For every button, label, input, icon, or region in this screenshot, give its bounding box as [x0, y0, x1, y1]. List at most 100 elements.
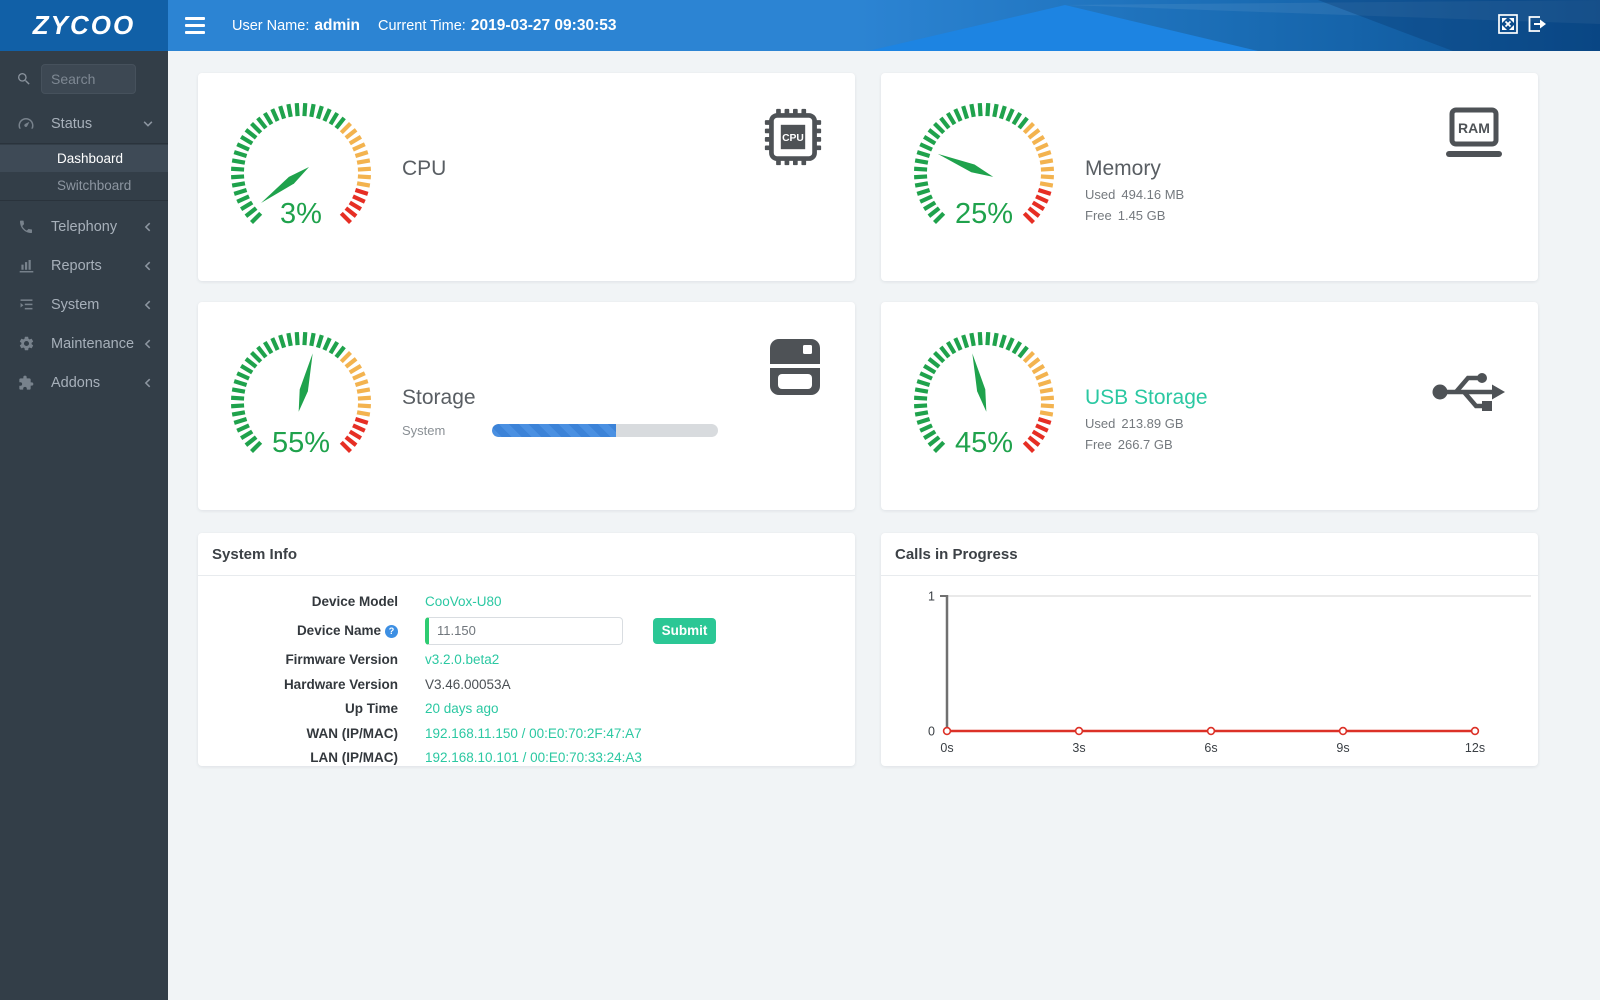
search-input[interactable] — [41, 64, 136, 94]
storage-card-title: Storage — [402, 386, 476, 409]
logout-icon[interactable] — [1527, 14, 1547, 34]
bar-chart-icon — [16, 257, 36, 274]
chevron-down-icon — [143, 120, 153, 127]
usb-free: Free 266.7 GB — [1085, 437, 1173, 452]
storage-partition-row: System — [402, 423, 718, 438]
svg-text:3%: 3% — [280, 198, 322, 230]
ram-icon: RAM — [1442, 107, 1506, 166]
user-name-value: admin — [314, 16, 361, 34]
usb-icon — [1430, 362, 1506, 423]
memory-card-title: Memory — [1085, 157, 1161, 180]
chevron-left-icon — [144, 261, 151, 270]
device-name-row: Device Name? Submit — [198, 614, 855, 648]
sidebar-item-label: Maintenance — [51, 335, 135, 352]
sidebar-search — [0, 51, 168, 104]
usb-used: Used 213.89 GB — [1085, 416, 1184, 431]
calls-chart: 0 1 0s 3s 6s 9s 12s — [881, 576, 1538, 766]
memory-free: Free 1.45 GB — [1085, 208, 1166, 223]
submit-button[interactable]: Submit — [653, 617, 716, 644]
up-time-row: Up Time 20 days ago — [344, 701, 499, 717]
svg-text:45%: 45% — [955, 427, 1013, 459]
sidebar-item-addons[interactable]: Addons — [0, 363, 168, 402]
sidebar-item-system[interactable]: System — [0, 285, 168, 324]
sidebar: Status Dashboard Switchboard Telephony R… — [0, 51, 168, 1000]
lan-value: 192.168.10.101 / 00:E0:70:33:24:A3 — [425, 750, 642, 766]
sidebar-item-label: System — [51, 296, 100, 313]
usb-card-title: USB Storage — [1085, 386, 1208, 409]
hardware-version-row: Hardware Version V3.46.00053A — [283, 676, 511, 692]
cpu-gauge: 3% — [226, 99, 376, 249]
svg-text:3s: 3s — [1072, 741, 1085, 755]
phone-icon — [16, 219, 36, 235]
svg-text:RAM: RAM — [1458, 120, 1490, 136]
firmware-version-value: v3.2.0.beta2 — [425, 652, 500, 668]
chevron-left-icon — [144, 339, 151, 348]
svg-text:25%: 25% — [955, 198, 1013, 230]
device-model-row: Device Model CooVox-U80 — [311, 593, 502, 609]
usb-storage-card: 45% USB Storage Used 213.89 GB Free 266.7 … — [881, 302, 1538, 510]
cpu-card: 3% CPU CPU — [198, 73, 855, 281]
storage-progress-bar — [492, 424, 718, 437]
top-header: ZYCOO User Name: admin Current Time: 201… — [0, 0, 1600, 51]
storage-gauge: 55% — [226, 328, 376, 478]
device-name-input[interactable] — [425, 616, 623, 645]
svg-text:12s: 12s — [1465, 741, 1485, 755]
system-info-title: System Info — [198, 533, 855, 576]
chevron-left-icon — [144, 300, 151, 309]
svg-text:9s: 9s — [1336, 741, 1349, 755]
svg-text:1: 1 — [928, 590, 935, 604]
menu-toggle-icon[interactable] — [185, 17, 205, 34]
fullscreen-icon[interactable] — [1498, 14, 1518, 34]
wan-value: 192.168.11.150 / 00:E0:70:2F:47:A7 — [425, 725, 642, 741]
svg-text:0: 0 — [928, 725, 935, 739]
current-time-label: Current Time: — [378, 17, 466, 34]
up-time-value: 20 days ago — [425, 701, 499, 717]
current-time: Current Time: 2019-03-27 09:30:53 — [378, 0, 616, 51]
speedometer-icon — [16, 115, 36, 133]
lan-row: LAN (IP/MAC) 192.168.10.101 / 00:E0:70:3… — [310, 750, 642, 766]
system-info-card: System Info Device Model CooVox-U80 Devi… — [198, 533, 855, 766]
hardware-version-value: V3.46.00053A — [425, 676, 511, 692]
svg-text:CPU: CPU — [782, 133, 804, 144]
svg-text:55%: 55% — [272, 427, 330, 459]
sidebar-item-label: Telephony — [51, 218, 118, 235]
header-bar: User Name: admin Current Time: 2019-03-2… — [168, 0, 1600, 51]
help-icon[interactable]: ? — [385, 624, 398, 638]
storage-card: 55% Storage System — [198, 302, 855, 510]
floppy-disk-icon — [767, 336, 823, 403]
search-icon — [18, 73, 30, 85]
puzzle-icon — [16, 375, 36, 391]
current-time-value: 2019-03-27 09:30:53 — [470, 16, 617, 34]
cpu-card-title: CPU — [402, 157, 447, 180]
sidebar-item-status[interactable]: Status — [0, 104, 168, 143]
calls-chart-title: Calls in Progress — [881, 533, 1538, 576]
chevron-left-icon — [144, 222, 151, 231]
calls-in-progress-card: Calls in Progress 0 1 0s 3s 6s 9s 12s — [881, 533, 1538, 766]
status-submenu: Dashboard Switchboard — [0, 143, 168, 201]
memory-used: Used 494.16 MB — [1085, 187, 1185, 202]
sidebar-item-label: Status — [51, 115, 93, 132]
wan-row: WAN (IP/MAC) 192.168.11.150 / 00:E0:70:2… — [306, 725, 642, 741]
sidebar-item-switchboard[interactable]: Switchboard — [0, 172, 168, 199]
cpu-chip-icon: CPU — [763, 107, 823, 172]
user-name-label: User Name: — [232, 17, 310, 34]
list-icon — [16, 296, 36, 313]
main-content: 3% CPU CPU 25% Memory Used 494.16 MB Fre… — [168, 51, 1600, 1000]
brand-logo: ZYCOO — [32, 10, 136, 40]
firmware-version-row: Firmware Version v3.2.0.beta2 — [285, 652, 500, 668]
brand-logo-block: ZYCOO — [0, 0, 168, 51]
sidebar-item-reports[interactable]: Reports — [0, 246, 168, 285]
sidebar-item-dashboard[interactable]: Dashboard — [0, 145, 168, 172]
svg-text:6s: 6s — [1204, 741, 1217, 755]
memory-card: 25% Memory Used 494.16 MB Free 1.45 GB RAM — [881, 73, 1538, 281]
sidebar-item-maintenance[interactable]: Maintenance — [0, 324, 168, 363]
partition-label: System — [402, 423, 446, 438]
device-model-value: CooVox-U80 — [425, 593, 502, 609]
sidebar-item-telephony[interactable]: Telephony — [0, 207, 168, 246]
sidebar-item-label: Addons — [51, 374, 101, 391]
chevron-left-icon — [144, 378, 151, 387]
sidebar-item-label: Reports — [51, 257, 102, 274]
user-name: User Name: admin — [232, 0, 360, 51]
svg-text:0s: 0s — [940, 741, 953, 755]
gear-icon — [16, 335, 36, 352]
